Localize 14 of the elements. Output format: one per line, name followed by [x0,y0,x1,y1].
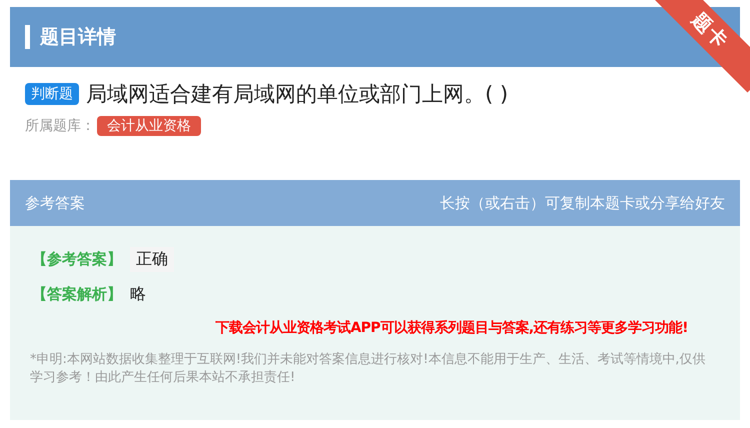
answer-label: 【参考答案】 [32,250,122,269]
source-label: 所属题库： [25,117,95,135]
question-text: 局域网适合建有局域网的单位或部门上网。( ) [86,81,508,108]
answer-title: 参考答案 [25,194,85,212]
analysis-text: 略 [130,284,146,305]
page-title: 题目详情 [40,25,116,50]
disclaimer-text: *申明:本网站数据收集整理于互联网!我们并未能对答案信息进行核对!本信息不能用于生产、生活、考试等情境中,仅供学习参考！由此产生任何后果本站不承担责任! [30,351,706,387]
question-type-badge: 判断题 [25,83,79,105]
app-promo-text: 下载会计从业资格考试APP可以获得系列题目与答案,还有练习等更多学习功能! [214,319,688,337]
share-hint: 长按（或右击）可复制本题卡或分享给好友 [440,194,725,212]
answer-text: 正确 [130,247,174,272]
title-bar-mark [25,25,30,49]
source-tag[interactable]: 会计从业资格 [97,116,201,136]
analysis-label: 【答案解析】 [32,285,122,304]
